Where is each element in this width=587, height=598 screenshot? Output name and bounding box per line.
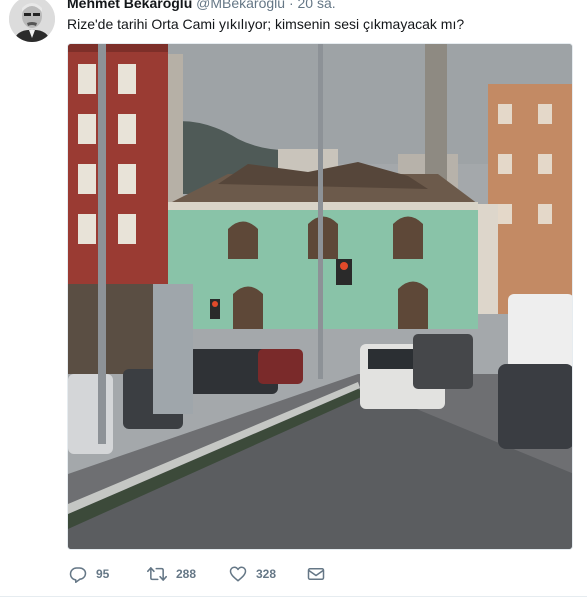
street-mosque-photo [68, 44, 572, 549]
like-button[interactable]: 328 [229, 563, 276, 585]
envelope-icon [307, 568, 325, 580]
tweet-text: Rize'de tarihi Orta Cami yıkılıyor; kims… [67, 16, 465, 32]
avatar[interactable] [9, 0, 55, 42]
author-handle[interactable]: @MBekaroglu [196, 0, 285, 11]
author-name[interactable]: Mehmet Bekaroğlu [67, 0, 192, 11]
tweet-card[interactable]: Mehmet Bekaroğlu @MBekaroglu · 20 sa. Ri… [0, 0, 587, 598]
like-count: 328 [256, 567, 277, 581]
retweet-count: 288 [176, 567, 197, 581]
tweet-actions: 95 288 328 [67, 563, 487, 585]
retweet-button[interactable]: 288 [147, 563, 196, 585]
retweet-icon [147, 567, 167, 581]
separator-dot: · [288, 0, 294, 11]
reply-count: 95 [96, 567, 110, 581]
reply-icon [69, 567, 87, 583]
tweet-divider [0, 596, 587, 597]
heart-icon [229, 566, 247, 582]
tweet-header: Mehmet Bekaroğlu @MBekaroglu · 20 sa. [67, 0, 336, 11]
tweet-timestamp[interactable]: 20 sa. [298, 0, 336, 11]
tweet-photo[interactable] [67, 43, 573, 550]
direct-message-button[interactable] [307, 563, 334, 585]
reply-button[interactable]: 95 [69, 563, 109, 585]
